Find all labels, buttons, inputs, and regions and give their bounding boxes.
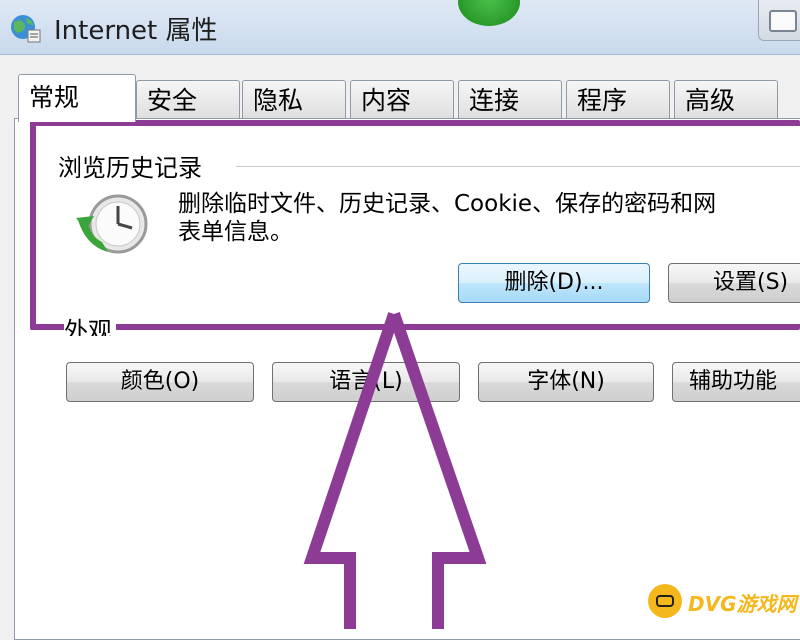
tab-programs[interactable]: 程序 [566,80,670,120]
tab-general[interactable]: 常规 [18,74,136,122]
green-orb-icon [458,0,520,26]
gamepad-logo-icon [648,584,682,618]
window-restore-button[interactable] [758,0,800,41]
appearance-label: 外观 [64,316,116,336]
accessibility-button[interactable]: 辅助功能 [672,362,800,402]
internet-globe-icon [11,15,41,43]
highlight-box [30,120,800,330]
tab-content[interactable]: 内容 [350,80,454,120]
restore-icon [769,10,797,32]
colors-button[interactable]: 颜色(O) [66,362,254,402]
pointer-arrow-annotation [303,312,487,629]
title-bar: Internet 属性 [0,0,800,55]
tab-advanced[interactable]: 高级 [674,80,778,120]
window-title: Internet 属性 [54,16,218,46]
watermark: DVG游戏网 [648,582,797,622]
fonts-button[interactable]: 字体(N) [478,362,654,402]
tab-privacy[interactable]: 隐私 [242,80,346,120]
tab-security[interactable]: 安全 [136,80,240,120]
tab-connections[interactable]: 连接 [458,80,562,120]
watermark-text: DVG游戏网 [688,592,797,616]
